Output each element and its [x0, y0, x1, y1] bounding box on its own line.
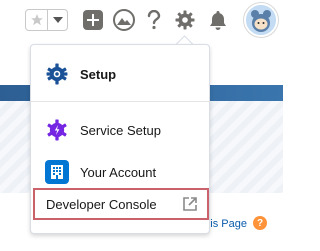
question-icon — [147, 10, 161, 30]
setup-gear-icon — [44, 61, 70, 87]
service-gear-icon — [44, 117, 70, 143]
menu-item-label: Developer Console — [46, 196, 157, 212]
trailhead-button[interactable] — [112, 8, 136, 32]
bell-icon — [210, 11, 226, 30]
account-icon — [44, 159, 70, 185]
favorites-group — [25, 9, 68, 31]
setup-menu: Setup Service Setup Your Account Develop… — [30, 44, 210, 234]
star-icon — [30, 14, 43, 26]
external-link-icon — [183, 197, 197, 211]
menu-item-your-account[interactable]: Your Account — [31, 157, 209, 187]
global-header — [0, 0, 283, 42]
trailhead-icon — [113, 9, 135, 31]
help-button[interactable] — [142, 8, 166, 32]
plus-icon — [83, 10, 103, 30]
menu-item-service-setup[interactable]: Service Setup — [31, 115, 209, 145]
chevron-down-icon — [52, 17, 63, 23]
favorites-star-button[interactable] — [26, 10, 47, 30]
menu-item-label: Setup — [80, 66, 117, 82]
menu-item-label: Service Setup — [80, 122, 161, 138]
help-badge-icon[interactable]: ? — [253, 216, 267, 230]
favorites-menu-button[interactable] — [48, 10, 67, 30]
astro-avatar-icon — [246, 5, 276, 35]
menu-divider — [31, 101, 209, 102]
menu-item-label: Your Account — [80, 164, 157, 180]
setup-button[interactable] — [173, 8, 197, 32]
notifications-button[interactable] — [206, 8, 230, 32]
menu-item-setup[interactable]: Setup — [31, 59, 209, 89]
gear-icon — [175, 10, 195, 30]
help-for-this-page-link[interactable]: his Page — [204, 218, 247, 230]
user-avatar-button[interactable] — [244, 3, 278, 37]
global-actions-button[interactable] — [81, 8, 105, 32]
menu-item-developer-console[interactable]: Developer Console — [33, 188, 209, 220]
